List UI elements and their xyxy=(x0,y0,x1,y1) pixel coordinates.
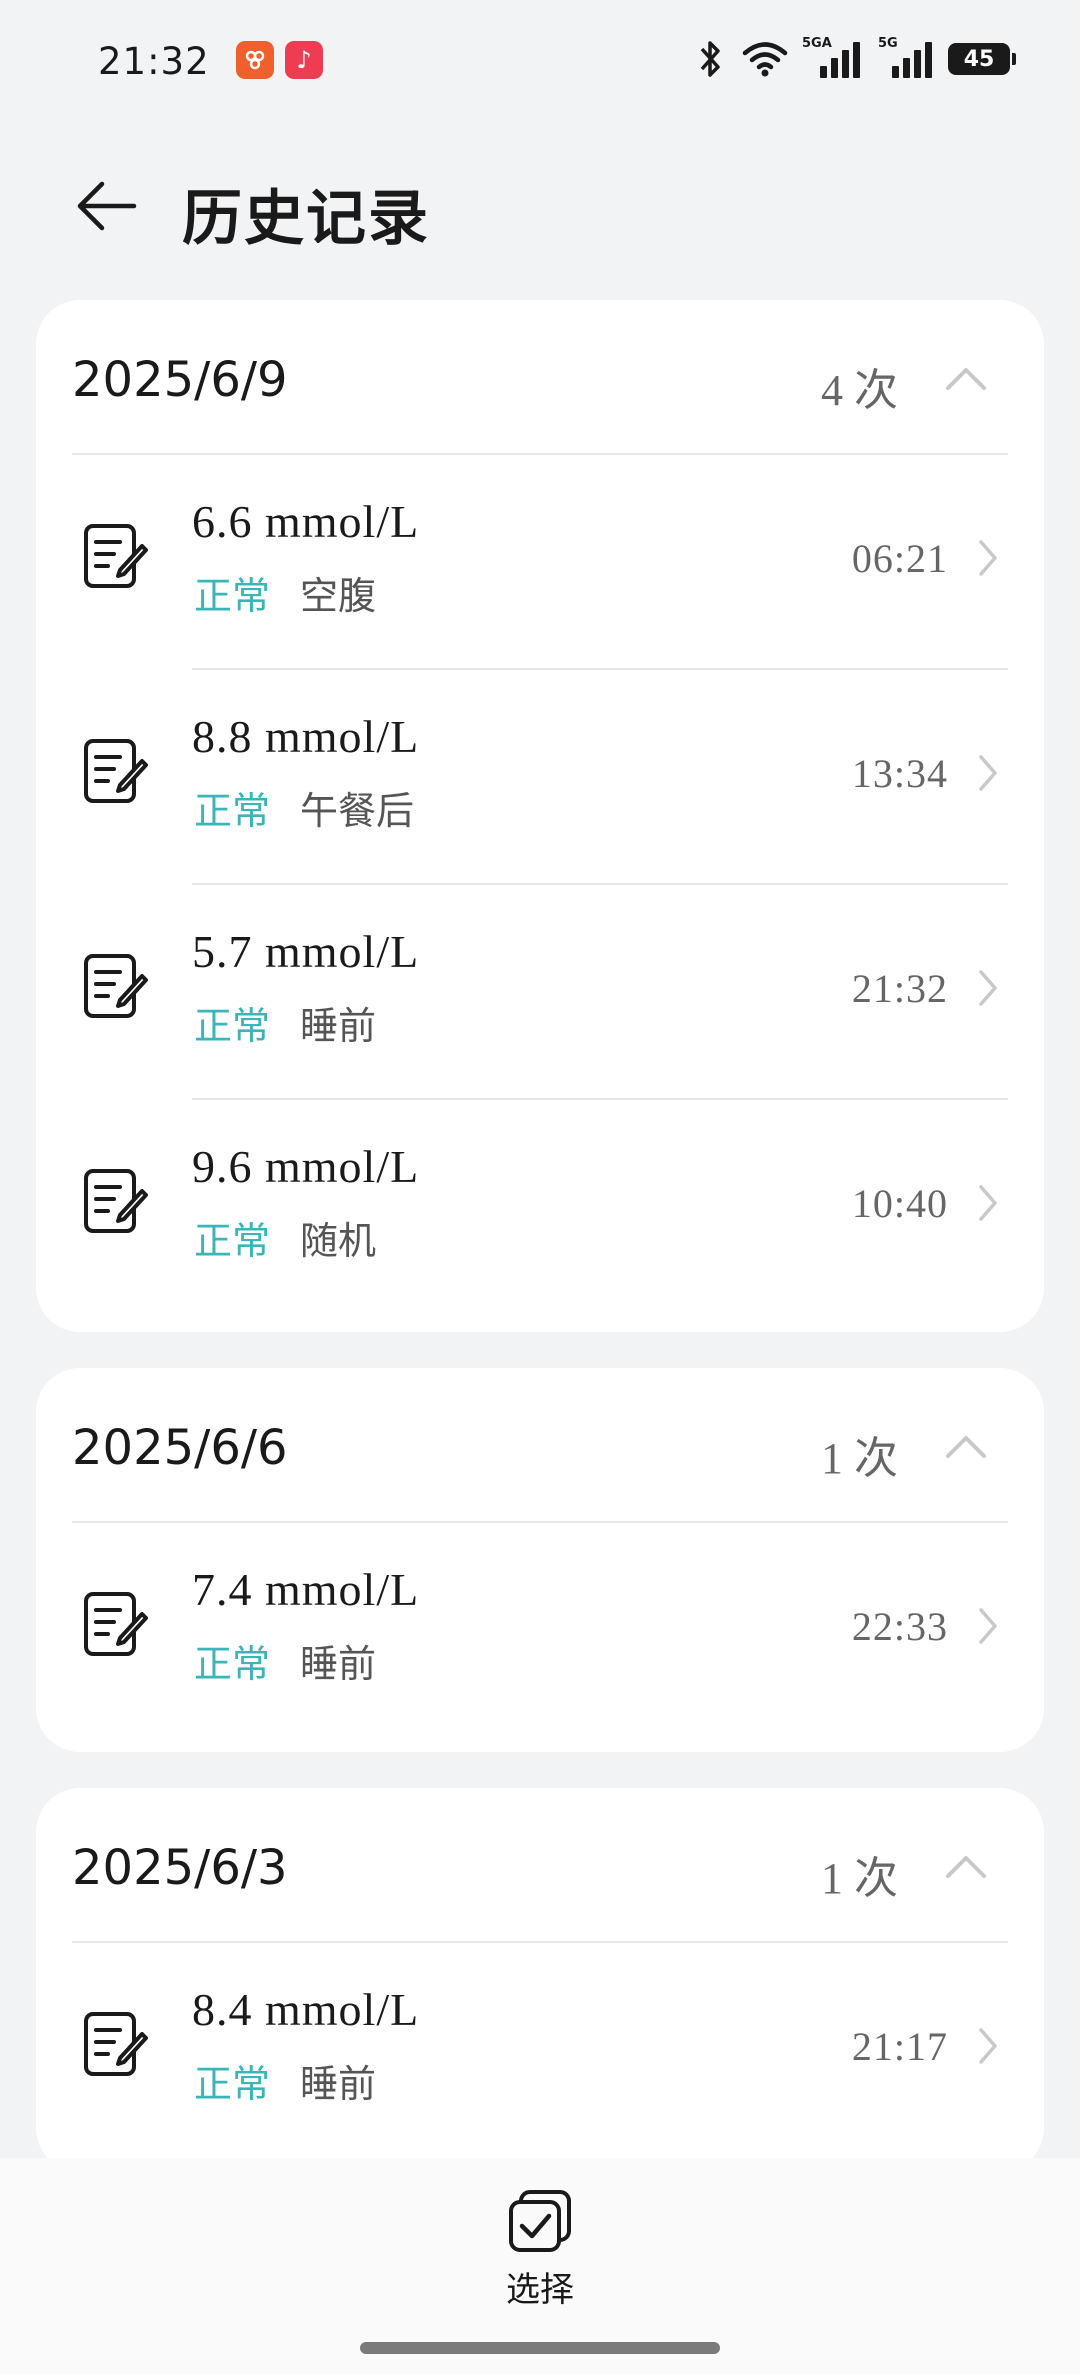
date-group-card: 2025/6/3 1 次 8.4 mmol/L 正常 睡前 21:17 xyxy=(36,1788,1044,2172)
back-arrow-icon xyxy=(77,181,137,231)
chevron-right-icon xyxy=(968,748,1008,798)
group-date: 2025/6/6 xyxy=(72,1420,288,1476)
status-label: 正常 xyxy=(194,2062,271,2106)
music-notification-icon: ♪ xyxy=(285,41,323,79)
record-row[interactable]: 6.6 mmol/L 正常 空腹 06:21 xyxy=(36,455,1044,670)
group-date: 2025/6/3 xyxy=(72,1840,288,1896)
record-time: 21:17 xyxy=(851,2024,948,2069)
status-time: 21:32 xyxy=(98,40,210,83)
group-date: 2025/6/9 xyxy=(72,352,288,408)
chevron-right-icon xyxy=(968,533,1008,583)
status-label: 正常 xyxy=(194,1642,271,1686)
record-edit-icon xyxy=(74,2003,156,2085)
battery-icon: 45 xyxy=(948,43,1016,75)
chevron-up-icon xyxy=(946,1856,986,1878)
wifi-icon xyxy=(742,42,788,77)
bluetooth-icon xyxy=(700,41,720,77)
date-group-header[interactable]: 2025/6/3 1 次 xyxy=(72,1788,1008,1943)
collapse-button[interactable] xyxy=(936,1422,996,1472)
chevron-up-icon xyxy=(946,1436,986,1458)
meal-period: 午餐后 xyxy=(300,789,415,833)
page-header: 历史记录 xyxy=(0,150,1080,260)
record-time: 13:34 xyxy=(851,751,948,796)
collapse-button[interactable] xyxy=(936,1842,996,1892)
signal-icon: 5G xyxy=(878,36,934,78)
date-group-header[interactable]: 2025/6/6 1 次 xyxy=(72,1368,1008,1523)
meal-period: 睡前 xyxy=(300,2062,377,2106)
record-row[interactable]: 8.8 mmol/L 正常 午餐后 13:34 xyxy=(36,670,1044,885)
record-edit-icon xyxy=(74,1160,156,1242)
record-time: 06:21 xyxy=(851,536,948,581)
app-notification-icon xyxy=(236,41,274,79)
signal-icon: 5GA xyxy=(802,36,864,78)
record-edit-icon xyxy=(74,730,156,812)
select-button[interactable]: 选择 xyxy=(480,2188,600,2318)
record-time: 10:40 xyxy=(851,1181,948,1226)
chevron-right-icon xyxy=(968,1601,1008,1651)
glucose-value: 7.4 mmol/L xyxy=(192,1564,420,1615)
meal-period: 睡前 xyxy=(300,1642,377,1686)
page-title: 历史记录 xyxy=(182,184,430,254)
glucose-value: 8.4 mmol/L xyxy=(192,1984,420,2035)
record-edit-icon xyxy=(74,515,156,597)
record-row[interactable]: 8.4 mmol/L 正常 睡前 21:17 xyxy=(36,1943,1044,2158)
collapse-button[interactable] xyxy=(936,354,996,404)
chevron-right-icon xyxy=(968,2021,1008,2071)
glucose-value: 9.6 mmol/L xyxy=(192,1141,420,1192)
glucose-value: 8.8 mmol/L xyxy=(192,711,420,762)
record-time: 21:32 xyxy=(851,966,948,1011)
record-edit-icon xyxy=(74,1583,156,1665)
chevron-up-icon xyxy=(946,368,986,390)
record-edit-icon xyxy=(74,945,156,1027)
status-bar: 21:32 ♪ 5GA 5G 45 xyxy=(0,0,1080,120)
record-row[interactable]: 7.4 mmol/L 正常 睡前 22:33 xyxy=(36,1523,1044,1738)
date-group-card: 2025/6/9 4 次 6.6 mmol/L 正常 空腹 06:21 8.8 … xyxy=(36,300,1044,1332)
status-label: 正常 xyxy=(194,1219,271,1263)
select-label: 选择 xyxy=(506,2270,574,2310)
chevron-right-icon xyxy=(968,1178,1008,1228)
status-label: 正常 xyxy=(194,1004,271,1048)
record-row[interactable]: 5.7 mmol/L 正常 睡前 21:32 xyxy=(36,885,1044,1100)
group-count: 1 次 xyxy=(821,1854,898,1903)
date-group-card: 2025/6/6 1 次 7.4 mmol/L 正常 睡前 22:33 xyxy=(36,1368,1044,1752)
group-count: 4 次 xyxy=(821,366,898,415)
chevron-right-icon xyxy=(968,963,1008,1013)
record-row[interactable]: 9.6 mmol/L 正常 随机 10:40 xyxy=(36,1100,1044,1315)
home-indicator[interactable] xyxy=(360,2342,720,2354)
glucose-value: 5.7 mmol/L xyxy=(192,926,420,977)
back-button[interactable] xyxy=(66,166,146,246)
meal-period: 随机 xyxy=(300,1219,377,1263)
record-time: 22:33 xyxy=(851,1604,948,1649)
multi-select-icon xyxy=(509,2190,571,2252)
meal-period: 睡前 xyxy=(300,1004,377,1048)
meal-period: 空腹 xyxy=(300,574,377,618)
glucose-value: 6.6 mmol/L xyxy=(192,496,420,547)
date-group-header[interactable]: 2025/6/9 4 次 xyxy=(72,300,1008,455)
status-label: 正常 xyxy=(194,574,271,618)
status-label: 正常 xyxy=(194,789,271,833)
group-count: 1 次 xyxy=(821,1434,898,1483)
